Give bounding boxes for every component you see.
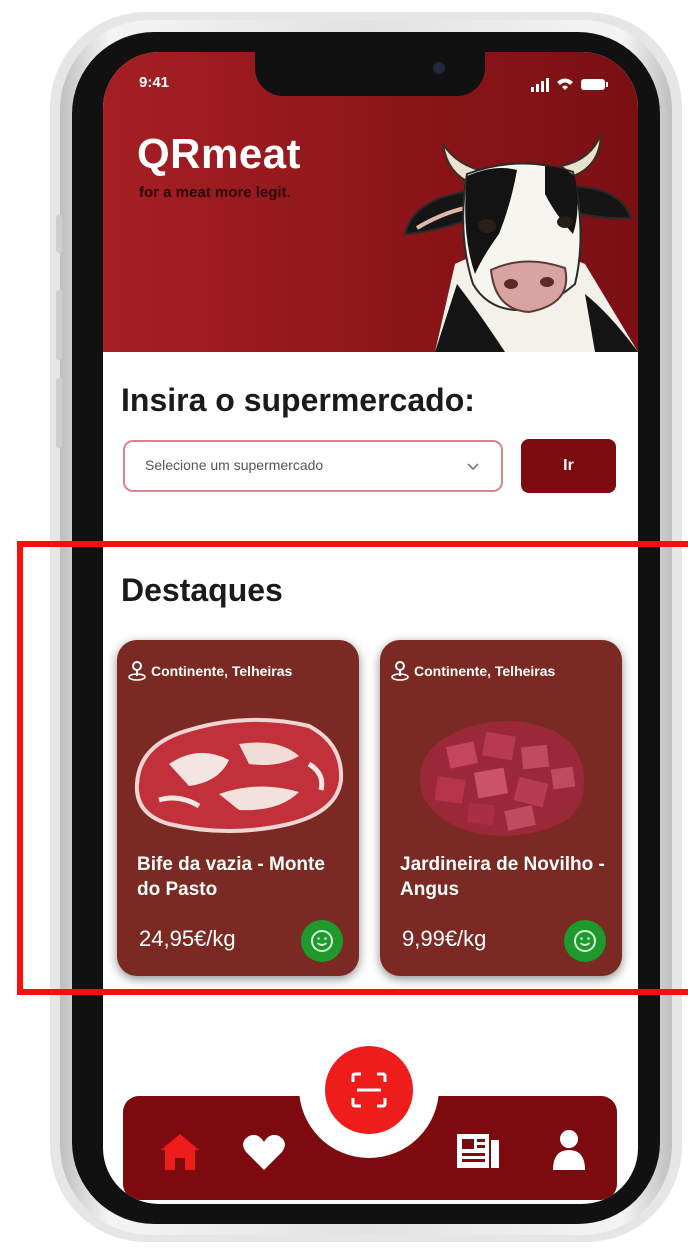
- scan-icon: [351, 1072, 387, 1108]
- status-time: 9:41: [139, 74, 170, 91]
- chevron-down-icon: [467, 463, 479, 471]
- go-button[interactable]: Ir: [521, 439, 616, 493]
- heart-icon[interactable]: [241, 1132, 287, 1172]
- signal-bar: [531, 87, 534, 92]
- side-button: [56, 378, 62, 448]
- phone-notch: [255, 52, 485, 96]
- side-button: [56, 215, 62, 253]
- select-value: Selecione um supermercado: [145, 457, 324, 473]
- user-icon[interactable]: [551, 1128, 587, 1172]
- app-title: QRmeat: [137, 130, 302, 177]
- highlight-annotation: [17, 541, 688, 995]
- camera-icon: [433, 62, 445, 74]
- status-icons: [531, 78, 608, 92]
- home-icon[interactable]: [157, 1130, 203, 1172]
- signal-bar: [546, 78, 549, 92]
- header-banner: 9:41 QRmeat for a meat more legit.: [103, 52, 638, 352]
- supermarket-heading: Insira o supermercado:: [121, 382, 475, 418]
- signal-bar: [536, 84, 539, 92]
- signal-bar: [541, 81, 544, 92]
- wifi-icon: [557, 78, 573, 90]
- newspaper-icon[interactable]: [455, 1130, 501, 1172]
- scan-button[interactable]: [325, 1046, 413, 1134]
- app-tagline: for a meat more legit.: [139, 184, 291, 201]
- battery-icon: [581, 79, 605, 90]
- side-button: [56, 290, 62, 360]
- supermarket-select[interactable]: Selecione um supermercado: [123, 440, 503, 492]
- cow-illustration: [403, 133, 638, 352]
- battery-tip: [606, 82, 608, 87]
